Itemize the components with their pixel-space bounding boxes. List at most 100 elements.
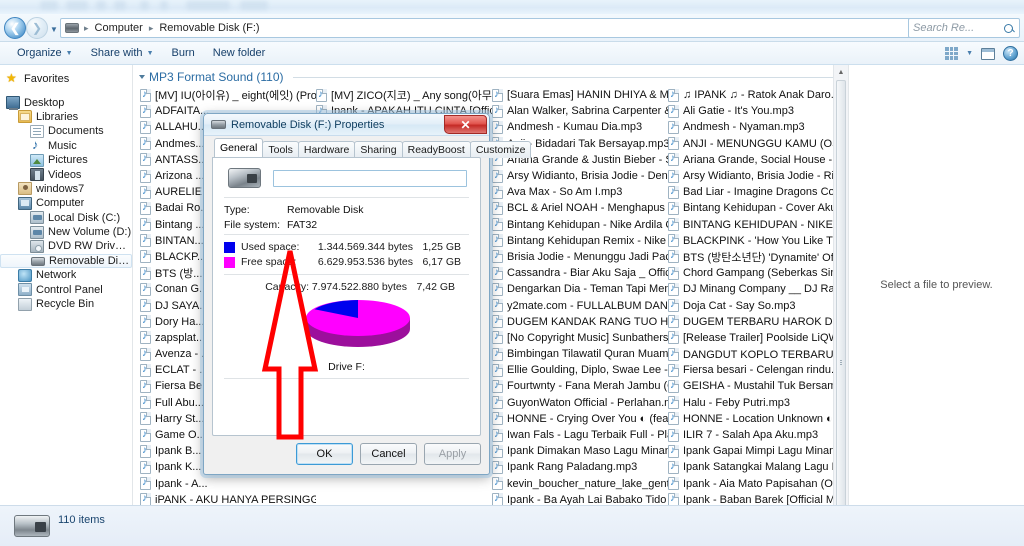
search-input[interactable]: Search Re... [908, 18, 1020, 38]
sidebar-item-recycle-bin[interactable]: Recycle Bin [0, 297, 132, 311]
list-item[interactable]: Arsy Widianto, Brisia Jodie - Dengan ... [492, 168, 668, 184]
sidebar-item-pictures[interactable]: Pictures [0, 153, 132, 167]
sidebar-item-local-disk-c[interactable]: Local Disk (C:) [0, 211, 132, 225]
list-item[interactable]: Doja Cat - Say So.mp3 [668, 297, 844, 313]
close-icon[interactable]: ✕ [444, 115, 487, 134]
preview-pane-icon[interactable] [981, 47, 995, 60]
sidebar-item-new-volume-d[interactable]: New Volume (D:) [0, 225, 132, 239]
apply-button[interactable]: Apply [424, 443, 481, 465]
list-item[interactable]: Bintang Kehidupan - Nike Ardila Co... [492, 217, 668, 233]
sidebar-item-libraries[interactable]: Libraries [0, 110, 132, 124]
list-item[interactable]: [No Copyright Music] Sunbathers Sc... [492, 330, 668, 346]
list-item[interactable]: Andmesh - Nyaman.mp3 [668, 119, 844, 135]
new-folder-button[interactable]: New folder [204, 44, 275, 62]
list-item[interactable]: Bintang Kehidupan Remix - Nike Ard... [492, 233, 668, 249]
list-item[interactable]: DJ Minang Company __ DJ Rantau D... [668, 281, 844, 297]
breadcrumb[interactable]: ▸ Computer ▸ Removable Disk (F:) [60, 18, 912, 38]
list-item[interactable]: BLACKPINK - 'How You Like That' M... [668, 233, 844, 249]
list-item[interactable]: Ariana Grande, Social House - boyfri... [668, 152, 844, 168]
list-item[interactable]: HONNE - Crying Over You ◐ (feat. ... [492, 411, 668, 427]
dialog-tabs[interactable]: General Tools Hardware Sharing ReadyBoost Cus… [212, 138, 532, 158]
sidebar-item-documents[interactable]: Documents [0, 124, 132, 138]
sidebar-item-network[interactable]: Network [0, 268, 132, 282]
list-item[interactable]: Ipank Dimakan Maso Lagu Minang ... [492, 443, 668, 459]
list-item[interactable]: BINTANG KEHIDUPAN - NIKE ARDIL... [668, 217, 844, 233]
list-item[interactable]: Fiersa besari - Celengan rindu.mp3 [668, 362, 844, 378]
list-item[interactable]: [MV] ZICO(지코) _ Any song(아무노... [316, 87, 492, 103]
list-item[interactable]: Ava Max - So Am I.mp3 [492, 184, 668, 200]
view-layout-icon[interactable] [945, 47, 959, 60]
list-item[interactable]: Bintang Kehidupan - Cover Akustik ... [668, 200, 844, 216]
list-item[interactable]: ILIR 7 - Salah Apa Aku.mp3 [668, 427, 844, 443]
list-item[interactable]: Halu - Feby Putri.mp3 [668, 395, 844, 411]
help-icon[interactable]: ? [1003, 46, 1018, 61]
tab-hardware[interactable]: Hardware [297, 141, 356, 158]
list-item[interactable]: Alan Walker, Sabrina Carpenter & Fa... [492, 103, 668, 119]
list-item[interactable]: ANJI - MENUNGGU KAMU (OST. Jeli... [668, 136, 844, 152]
list-item[interactable]: Ipank - Baban Barek [Official Music ... [668, 492, 844, 505]
burn-button[interactable]: Burn [163, 44, 204, 62]
list-item[interactable]: Ipank - A... [140, 476, 316, 492]
list-item[interactable]: Fourtwnty - Fana Merah Jambu (Offi... [492, 378, 668, 394]
list-item[interactable]: Bimbingan Tilawatil Quran Muamm... [492, 346, 668, 362]
file-list-scrollbar[interactable]: ▲ [833, 65, 848, 505]
list-item[interactable]: GuyonWaton Official - Perlahan.mp3 [492, 395, 668, 411]
navigation-pane[interactable]: Favorites DesktopLibraries DocumentsMusic P… [0, 65, 133, 505]
list-item[interactable]: Dengarkan Dia - Teman Tapi Menika... [492, 281, 668, 297]
list-item[interactable]: Ellie Goulding, Diplo, Swae Lee - Clo... [492, 362, 668, 378]
list-item[interactable]: [Suara Emas] HANIN DHIYA & MAR... [492, 87, 668, 103]
dialog-title-bar[interactable]: Removable Disk (F:) Properties ✕ [204, 114, 489, 136]
list-item[interactable]: Iwan Fals - Lagu Terbaik Full - Playlis.… [492, 427, 668, 443]
group-header[interactable]: MP3 Format Sound (110) [134, 65, 848, 87]
volume-label-input[interactable] [273, 169, 467, 187]
back-arrow-icon[interactable]: ❮ [4, 17, 26, 39]
list-item[interactable]: Ipank - Ba Ayah Lai Babako Tido [Of... [492, 492, 668, 505]
list-item[interactable]: Cassandra - Biar Aku Saja _ Official ... [492, 265, 668, 281]
list-item[interactable]: kevin_boucher_nature_lake_gentle_... [492, 476, 668, 492]
list-item[interactable]: ♫ IPANK ♫ - Ratok Anak Daro.mp3 [668, 87, 844, 103]
properties-dialog[interactable]: Removable Disk (F:) Properties ✕ General… [203, 113, 532, 475]
sidebar-item-control-panel[interactable]: Control Panel [0, 282, 132, 297]
ok-button[interactable]: OK [296, 443, 353, 465]
tab-sharing[interactable]: Sharing [354, 141, 403, 158]
list-item[interactable]: BCL & Ariel NOAH - Menghapus Jej... [492, 200, 668, 216]
scrollbar-thumb[interactable] [836, 80, 846, 505]
tab-readyboost[interactable]: ReadyBoost [401, 141, 471, 158]
sidebar-item-computer[interactable]: Computer [0, 196, 132, 210]
forward-arrow-icon[interactable]: ❯ [26, 17, 48, 39]
list-item[interactable]: Ipank Gapai Mimpi Lagu Minang T... [668, 443, 844, 459]
chevron-down-icon[interactable]: ▼ [966, 50, 973, 57]
sidebar-item-favorites[interactable]: Favorites [0, 71, 132, 86]
list-item[interactable]: Brisia Jodie - Menunggu Jadi Pacar... [492, 249, 668, 265]
tab-tools[interactable]: Tools [262, 141, 299, 158]
breadcrumb-item-computer[interactable]: Computer [92, 21, 146, 35]
list-item[interactable]: GEISHA - Mustahil Tuk Bersama.mp3 [668, 378, 844, 394]
history-dropdown-icon[interactable]: ▼ [50, 25, 58, 34]
list-item[interactable]: BTS (방탄소년단) 'Dynamite' Official... [668, 249, 844, 265]
list-item[interactable]: y2mate.com - FULLALBUM DANGD... [492, 297, 668, 313]
list-item[interactable]: Ipank Rang Paladang.mp3 [492, 459, 668, 475]
list-item[interactable]: DUGEM TERBARU HAROK DI RANTA... [668, 314, 844, 330]
list-item[interactable]: HONNE - Location Unknown ◐ (fea... [668, 411, 844, 427]
list-item[interactable]: iPANK - AKU HANYA PERSINGGAH... [140, 492, 316, 505]
list-item[interactable]: Ali Gatie - It's You.mp3 [668, 103, 844, 119]
list-item[interactable]: [MV] IU(아이유) _ eight(에잇) (Prod.... [140, 87, 316, 103]
breadcrumb-item-removable-disk[interactable]: Removable Disk (F:) [156, 21, 262, 35]
list-item[interactable]: Ipank - Aia Mato Papisahan (Official ... [668, 476, 844, 492]
list-item[interactable]: [Release Trailer] Poolside LiQWYD.m... [668, 330, 844, 346]
list-item[interactable]: Ipank Satangkai Malang Lagu Mina... [668, 459, 844, 475]
list-item[interactable]: DANGDUT KOPLO TERBARU 2020 ⬜... [668, 346, 844, 362]
cancel-button[interactable]: Cancel [360, 443, 417, 465]
tab-general[interactable]: General [214, 138, 264, 157]
list-item[interactable]: Andmesh - Kumau Dia.mp3 [492, 119, 668, 135]
share-with-button[interactable]: Share with ▼ [82, 44, 163, 62]
scroll-up-arrow[interactable]: ▲ [834, 65, 848, 80]
sidebar-item-desktop[interactable]: Desktop [0, 95, 132, 111]
list-item[interactable]: Bad Liar - Imagine Dragons Cover by... [668, 184, 844, 200]
sidebar-item-dvd-rw-drive-e[interactable]: DVD RW Drive (E:) [0, 239, 132, 253]
organize-button[interactable]: Organize ▼ [8, 44, 82, 62]
sidebar-item-windows7[interactable]: windows7 [0, 182, 132, 196]
list-item[interactable]: DUGEM KANDAK RANG TUO HOUS... [492, 314, 668, 330]
sidebar-item-removable-disk-f[interactable]: Removable Disk (F:) [0, 253, 132, 269]
list-item[interactable]: Arsy Widianto, Brisia Jodie - Rindu D... [668, 168, 844, 184]
